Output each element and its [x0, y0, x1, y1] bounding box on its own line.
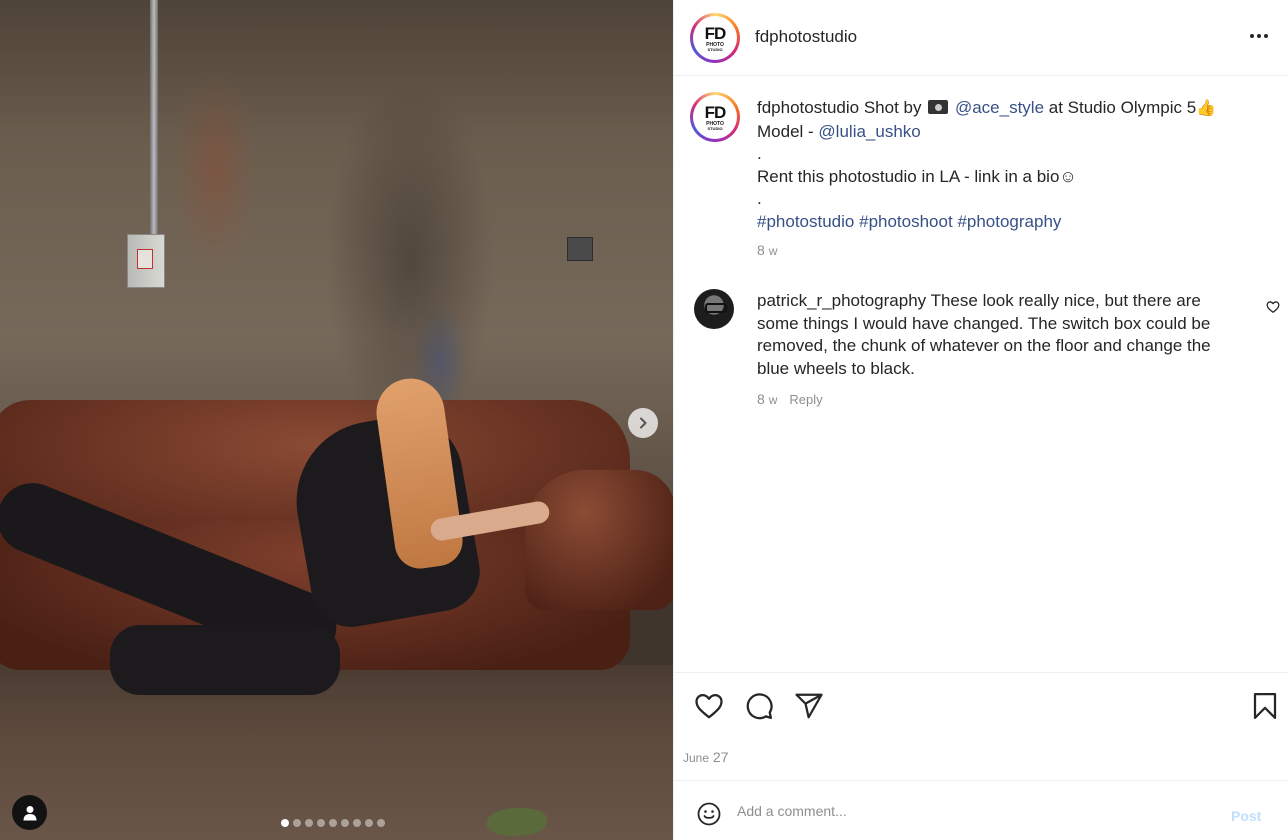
logo-text: FD: [704, 102, 727, 122]
caption-separator: .: [757, 144, 762, 163]
mention-link[interactable]: @ace_style: [955, 98, 1044, 117]
caption-username[interactable]: fdphotostudio: [757, 98, 859, 117]
hashtag-link[interactable]: #photoshoot: [859, 212, 953, 231]
post-date-day: 27: [712, 749, 729, 765]
emoji-icon[interactable]: [697, 802, 721, 826]
comment-icon[interactable]: [744, 691, 774, 721]
timestamp-unit: w: [768, 244, 778, 258]
author-avatar[interactable]: FD PHOTO STUDIO: [690, 13, 740, 63]
caption-line1-pre: Shot by: [863, 98, 922, 117]
timestamp-unit: w: [768, 393, 778, 407]
more-dot: [1264, 34, 1268, 38]
photo-switch-box: [127, 234, 165, 288]
heart-icon[interactable]: [694, 691, 724, 721]
photo-floor: [0, 665, 673, 840]
author-username[interactable]: fdphotostudio: [755, 27, 857, 47]
carousel-dot: [317, 819, 325, 827]
timestamp-value: 8: [757, 391, 765, 407]
comment-timestamp[interactable]: 8 w: [757, 391, 777, 407]
photo-sofa-arm: [525, 470, 673, 610]
tagged-users-button[interactable]: [12, 795, 47, 830]
add-comment-bar: Post: [674, 780, 1288, 840]
carousel-next-button[interactable]: [628, 408, 658, 438]
more-options-button[interactable]: [1250, 34, 1268, 38]
comment-input[interactable]: [737, 803, 1217, 819]
logo-subtext: STUDIO: [707, 46, 723, 52]
bookmark-icon[interactable]: [1250, 691, 1280, 721]
mention-link[interactable]: @lulia_ushko: [818, 122, 920, 141]
more-dot: [1250, 34, 1254, 38]
chevron-right-icon: [640, 417, 647, 429]
comment-body: patrick_r_photography These look really …: [757, 290, 1237, 380]
commenter-avatar[interactable]: [694, 289, 734, 329]
hashtag-link[interactable]: #photostudio: [757, 212, 854, 231]
carousel-dot: [377, 819, 385, 827]
studio-logo: FD PHOTO STUDIO: [693, 95, 737, 139]
share-icon[interactable]: [794, 691, 824, 721]
smile-emoji-icon: ☺: [1059, 166, 1077, 186]
commenter-username[interactable]: patrick_r_photography: [757, 291, 926, 310]
photo-floor-debris: [487, 808, 547, 836]
caption-line2-pre: Model -: [757, 121, 814, 141]
logo-subtext: STUDIO: [707, 125, 723, 131]
caption-text: fdphotostudio Shot by @ace_style at Stud…: [757, 97, 1257, 233]
caption-separator: .: [757, 189, 762, 208]
post-photo[interactable]: [0, 0, 673, 840]
carousel-indicator: [281, 819, 385, 827]
post-date-month: June: [683, 751, 710, 765]
post-header: FD PHOTO STUDIO fdphotostudio: [674, 0, 1288, 76]
logo-text: FD: [704, 23, 727, 43]
timestamp-value: 8: [757, 242, 765, 258]
photo-wall-plate: [567, 237, 593, 261]
photo-conduit: [150, 0, 158, 240]
more-dot: [1257, 34, 1261, 38]
carousel-dot: [365, 819, 373, 827]
post-comment-button[interactable]: Post: [1231, 808, 1261, 824]
hashtag-link[interactable]: #photography: [957, 212, 1061, 231]
carousel-dot: [281, 819, 289, 827]
user-icon: [23, 805, 36, 820]
carousel-dot: [305, 819, 313, 827]
post-date[interactable]: June 27: [683, 749, 729, 765]
carousel-dot: [293, 819, 301, 827]
reply-button[interactable]: Reply: [789, 392, 822, 407]
heart-icon[interactable]: [1266, 300, 1280, 314]
camera-emoji-icon: [928, 100, 949, 114]
caption-avatar[interactable]: FD PHOTO STUDIO: [690, 92, 740, 142]
caption-line1-post: at Studio Olympic 5: [1048, 98, 1197, 117]
photo-model-leg: [110, 625, 340, 695]
studio-logo: FD PHOTO STUDIO: [693, 16, 737, 60]
comment-meta: 8 w Reply: [757, 391, 823, 407]
carousel-dot: [353, 819, 361, 827]
carousel-dot: [329, 819, 337, 827]
action-bar: [674, 672, 1288, 780]
post-detail-panel: FD PHOTO STUDIO fdphotostudio FD PHOTO S…: [673, 0, 1288, 840]
carousel-dot: [341, 819, 349, 827]
caption-line3: Rent this photostudio in LA - link in a …: [757, 166, 1060, 186]
thumbs-up-emoji-icon: 👍: [1196, 100, 1217, 117]
caption-timestamp[interactable]: 8 w: [757, 242, 777, 258]
